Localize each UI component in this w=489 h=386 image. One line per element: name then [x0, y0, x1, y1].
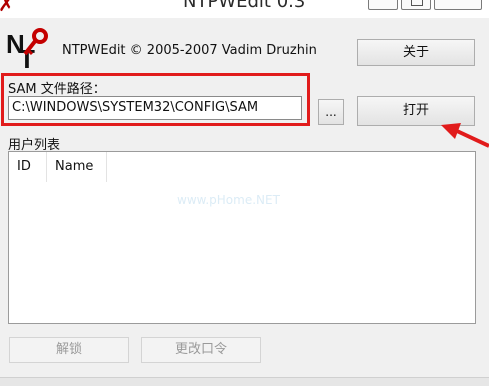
user-list[interactable]: ID Name www.pHome.NET	[8, 151, 476, 324]
window-title: NTPWEdit 0.3	[183, 0, 306, 12]
column-header-name[interactable]: Name	[47, 152, 107, 182]
highlight-annotation	[1, 73, 310, 126]
minimize-button[interactable]	[368, 0, 398, 10]
app-icon: ✗	[0, 0, 15, 16]
close-button[interactable]	[434, 0, 482, 10]
watermark: www.pHome.NET	[177, 193, 280, 207]
column-header-id[interactable]: ID	[9, 152, 47, 182]
change-password-button[interactable]: 更改口令	[141, 337, 261, 363]
maximize-button[interactable]	[401, 0, 431, 10]
about-text: NTPWEdit © 2005-2007 Vadim Druzhin	[62, 43, 317, 58]
maximize-icon	[411, 0, 423, 6]
svg-text:T: T	[19, 44, 35, 70]
title-bar: ✗ NTPWEdit 0.3	[0, 0, 489, 18]
ntpwedit-logo-icon: N T	[6, 28, 48, 70]
browse-button[interactable]: ...	[318, 99, 344, 125]
about-button[interactable]: 关于	[357, 39, 475, 66]
unlock-button[interactable]: 解锁	[9, 337, 129, 363]
